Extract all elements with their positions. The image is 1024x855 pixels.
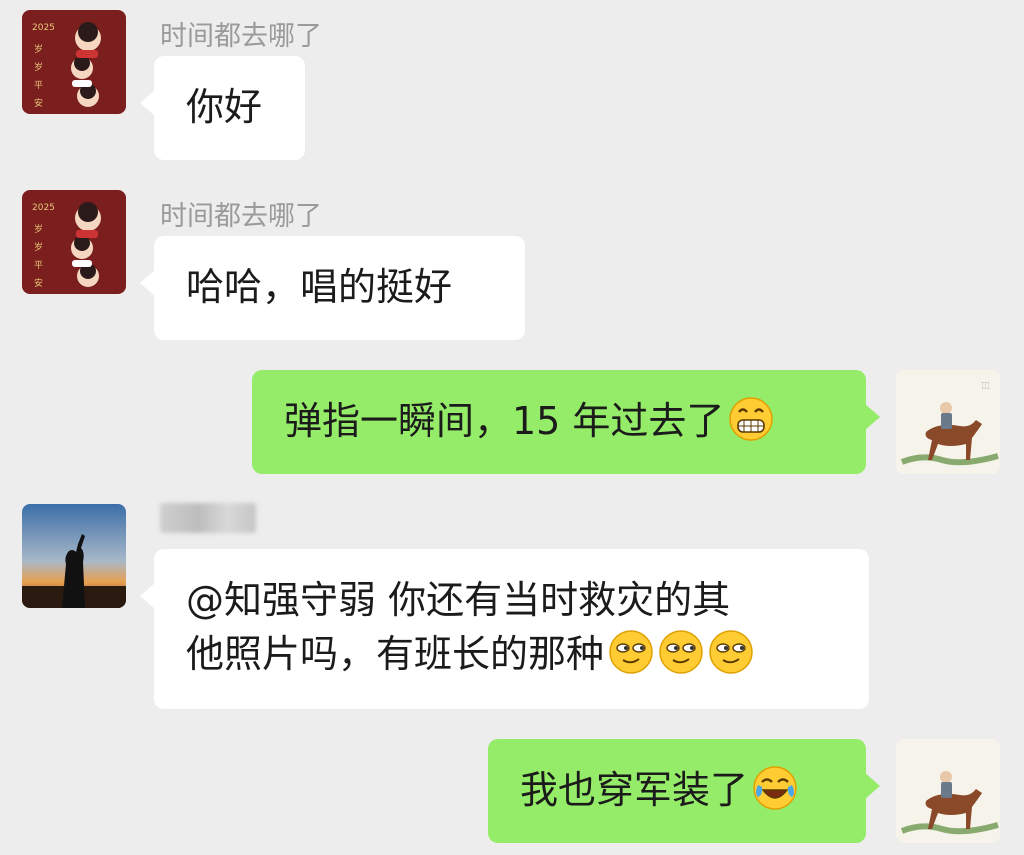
poster-char-4: 安	[34, 97, 43, 109]
cartoon-poster-icon: 2025 岁 岁 平 安	[22, 190, 126, 294]
message-text: 哈哈，唱的挺好	[186, 265, 453, 309]
smirking-face-icon	[608, 629, 654, 675]
tears-of-joy-face-icon	[752, 765, 798, 811]
smirking-face-icon	[658, 629, 704, 675]
contact-avatar[interactable]: 2025 岁 岁 平 安	[22, 190, 126, 294]
sender-name: 时间都去哪了	[160, 21, 322, 52]
svg-text:岁: 岁	[34, 241, 43, 253]
svg-text:岁: 岁	[34, 223, 43, 235]
message-text-line-1: @知强守弱 你还有当时救灾的其	[186, 578, 731, 622]
user-avatar[interactable]: ⿰	[896, 370, 1000, 474]
poster-char-3: 平	[34, 80, 43, 91]
message-text-line-2: 他照片吗，有班长的那种	[186, 632, 605, 676]
sunset-silhouette-icon	[22, 504, 126, 608]
message-bubble-outgoing[interactable]: 弹指一瞬间，15 年过去了	[252, 370, 880, 474]
svg-text:⿰: ⿰	[982, 382, 989, 390]
sender-name: 时间都去哪了	[160, 201, 322, 232]
message-bubble-incoming[interactable]: 哈哈，唱的挺好	[140, 236, 525, 340]
message-bubble-outgoing[interactable]: 我也穿军装了	[488, 739, 880, 843]
svg-text:平: 平	[34, 260, 43, 271]
svg-text:安: 安	[34, 277, 43, 289]
contact-avatar[interactable]: 2025 岁 岁 平 安	[22, 10, 126, 114]
poster-year: 2025	[32, 23, 55, 33]
smirking-face-icon	[708, 629, 754, 675]
grinning-face-icon	[728, 396, 774, 442]
message-bubble-incoming[interactable]: @知强守弱 你还有当时救灾的其 他照片吗，有班长的那种	[140, 549, 869, 709]
poster-char-2: 岁	[34, 61, 43, 73]
message-text: 弹指一瞬间，15 年过去了	[284, 399, 725, 443]
message-bubble-incoming[interactable]: 你好	[140, 56, 305, 160]
message-text: 你好	[186, 85, 263, 129]
contact-avatar[interactable]	[22, 504, 126, 608]
horse-rider-painting-icon	[896, 739, 1000, 843]
message-text: 我也穿军装了	[520, 768, 749, 812]
user-avatar[interactable]	[896, 739, 1000, 843]
blurred-sender-name	[160, 503, 256, 533]
horse-rider-painting-icon: ⿰	[896, 370, 1000, 474]
poster-year: 2025	[32, 203, 55, 213]
poster-char-1: 岁	[34, 43, 43, 55]
cartoon-poster-icon: 2025 岁 岁 平 安	[22, 10, 126, 114]
